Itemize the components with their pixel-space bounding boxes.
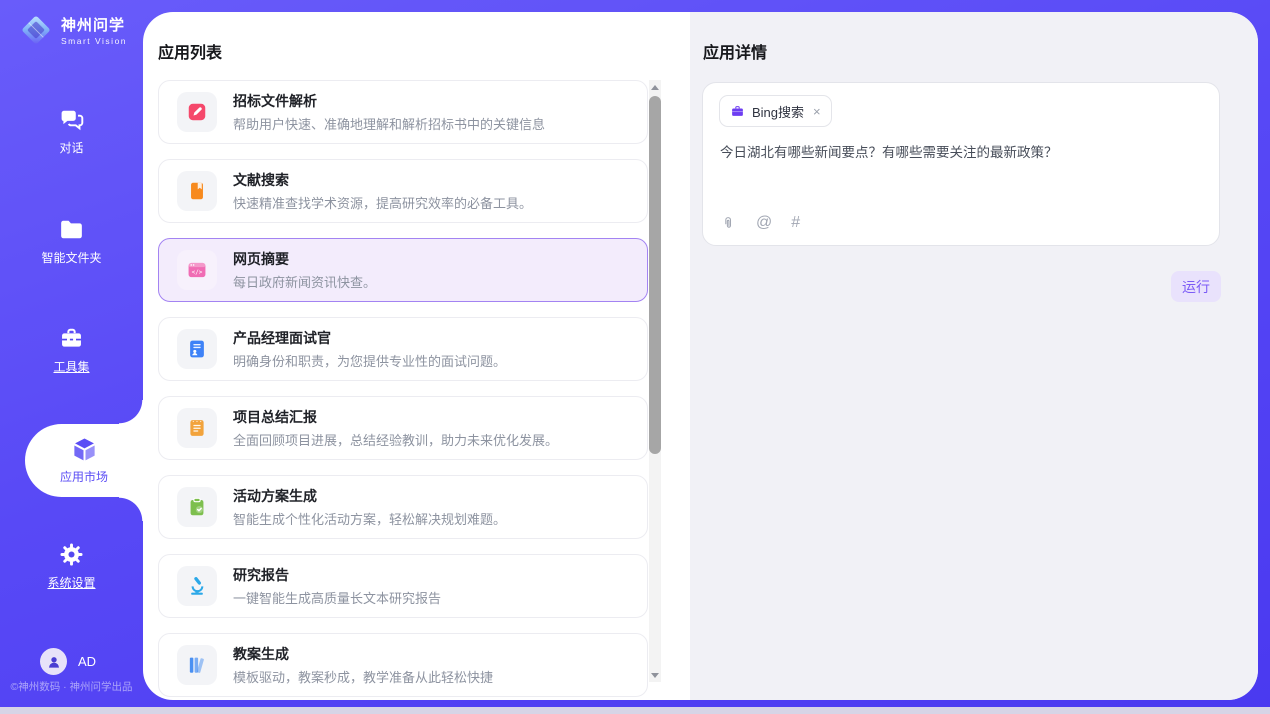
app-card-research-report[interactable]: 研究报告 一键智能生成高质量长文本研究报告	[158, 554, 648, 618]
doc-person-icon	[177, 329, 217, 369]
svg-text:</>: </>	[192, 269, 203, 276]
active-tab-notch-top	[119, 400, 143, 424]
app-list-title: 应用列表	[158, 39, 222, 63]
app-logo: 神州问学 Smart Vision	[18, 12, 127, 48]
tool-chip-bing-search[interactable]: Bing搜索 ×	[719, 95, 832, 127]
app-card-event-plan[interactable]: 活动方案生成 智能生成个性化活动方案，轻松解决规划难题。	[158, 475, 648, 539]
app-name: 神州问学	[61, 14, 127, 35]
composer-toolbar: @ #	[720, 214, 800, 232]
paperclip-icon[interactable]	[720, 215, 737, 232]
hash-icon[interactable]: #	[791, 214, 800, 232]
scroll-up-button[interactable]	[649, 80, 661, 94]
run-button[interactable]: 运行	[1171, 271, 1221, 302]
cube-icon	[71, 436, 98, 463]
sidebar: 神州问学 Smart Vision 对话 智能文件夹	[0, 0, 143, 707]
sidebar-item-chat[interactable]: 对话	[0, 106, 143, 156]
book-icon	[177, 171, 217, 211]
app-card-title: 文献搜索	[233, 170, 532, 190]
sidebar-item-app-market[interactable]: 应用市场	[25, 424, 143, 497]
clipboard-check-icon	[177, 487, 217, 527]
app-card-title: 网页摘要	[233, 249, 376, 269]
app-card-subtitle: 每日政府新闻资讯快查。	[233, 272, 376, 291]
app-card-title: 教案生成	[233, 644, 493, 664]
app-list: 招标文件解析 帮助用户快速、准确地理解和解析招标书中的关键信息 文献搜索 快速精…	[158, 80, 648, 700]
note-icon	[177, 408, 217, 448]
app-card-subtitle: 快速精准查找学术资源，提高研究效率的必备工具。	[233, 193, 532, 212]
app-card-pm-interviewer[interactable]: 产品经理面试官 明确身份和职责，为您提供专业性的面试问题。	[158, 317, 648, 381]
browser-code-icon: </>	[177, 250, 217, 290]
user-account[interactable]: AD	[40, 648, 96, 675]
sidebar-item-settings[interactable]: 系统设置	[0, 541, 143, 591]
books-icon	[177, 645, 217, 685]
app-card-literature-search[interactable]: 文献搜索 快速精准查找学术资源，提高研究效率的必备工具。	[158, 159, 648, 223]
avatar[interactable]	[40, 648, 67, 675]
app-tagline: Smart Vision	[61, 36, 127, 46]
app-detail-pane: 应用详情 Bing搜索 × 今日湖北有哪些新闻要点？有哪些需要关注的最新政策？	[690, 12, 1258, 700]
scrollbar-thumb[interactable]	[649, 96, 661, 454]
toolbox-icon	[58, 325, 85, 352]
app-card-subtitle: 帮助用户快速、准确地理解和解析招标书中的关键信息	[233, 114, 545, 133]
prompt-input[interactable]: Bing搜索 × 今日湖北有哪些新闻要点？有哪些需要关注的最新政策？ @ #	[702, 82, 1220, 246]
briefcase-icon	[730, 104, 745, 119]
app-card-title: 研究报告	[233, 565, 441, 585]
app-card-project-summary[interactable]: 项目总结汇报 全面回顾项目进展，总结经验教训，助力未来优化发展。	[158, 396, 648, 460]
triangle-up-icon	[651, 85, 659, 90]
app-card-subtitle: 全面回顾项目进展，总结经验教训，助力未来优化发展。	[233, 430, 558, 449]
app-card-subtitle: 一键智能生成高质量长文本研究报告	[233, 588, 441, 607]
app-card-bid-document-parse[interactable]: 招标文件解析 帮助用户快速、准确地理解和解析招标书中的关键信息	[158, 80, 648, 144]
sidebar-item-label: 智能文件夹	[41, 249, 101, 266]
sidebar-item-label: 工具集	[53, 358, 89, 375]
sidebar-item-label: 对话	[59, 139, 83, 156]
copyright-footer: ©神州数码 · 神州问学出品	[0, 679, 143, 694]
tool-chip-label: Bing搜索	[752, 102, 804, 121]
app-card-title: 招标文件解析	[233, 91, 545, 111]
app-card-title: 项目总结汇报	[233, 407, 558, 427]
sidebar-item-smart-folder[interactable]: 智能文件夹	[0, 216, 143, 266]
microscope-icon	[177, 566, 217, 606]
chat-icon	[58, 106, 85, 133]
app-detail-title: 应用详情	[703, 39, 767, 63]
logo-diamond-icon	[18, 12, 54, 48]
scroll-down-button[interactable]	[649, 668, 661, 682]
at-icon[interactable]: @	[756, 214, 772, 232]
sidebar-item-toolset[interactable]: 工具集	[0, 325, 143, 375]
app-card-title: 活动方案生成	[233, 486, 506, 506]
sidebar-item-label: 应用市场	[60, 468, 108, 485]
gear-icon	[58, 541, 85, 568]
main-content-card: 应用列表 招标文件解析 帮助用户快速、准确地理解和解析招标书中的关键信息	[143, 12, 1258, 700]
close-icon[interactable]: ×	[813, 104, 821, 119]
triangle-down-icon	[651, 673, 659, 678]
app-card-title: 产品经理面试官	[233, 328, 506, 348]
app-card-subtitle: 智能生成个性化活动方案，轻松解决规划难题。	[233, 509, 506, 528]
bottom-strip	[0, 707, 1270, 714]
edit-doc-icon	[177, 92, 217, 132]
sidebar-item-label: 系统设置	[47, 574, 95, 591]
user-initials: AD	[78, 654, 96, 669]
app-card-subtitle: 明确身份和职责，为您提供专业性的面试问题。	[233, 351, 506, 370]
app-list-scrollbar[interactable]	[649, 80, 661, 682]
app-card-subtitle: 模板驱动，教案秒成，教学准备从此轻松快捷	[233, 667, 493, 686]
prompt-text[interactable]: 今日湖北有哪些新闻要点？有哪些需要关注的最新政策？	[720, 143, 1204, 163]
app-card-lesson-plan[interactable]: 教案生成 模板驱动，教案秒成，教学准备从此轻松快捷	[158, 633, 648, 697]
folder-icon	[58, 216, 85, 243]
app-card-web-summary[interactable]: </> 网页摘要 每日政府新闻资讯快查。	[158, 238, 648, 302]
active-tab-notch-bottom	[119, 497, 143, 521]
